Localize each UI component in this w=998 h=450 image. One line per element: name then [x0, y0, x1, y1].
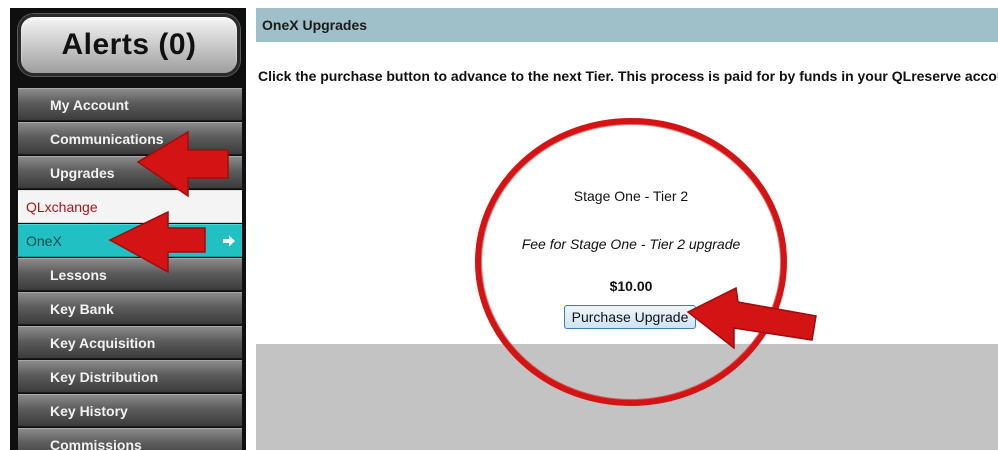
sidebar-item-key-bank[interactable]: Key Bank	[18, 292, 242, 325]
intro-text: Click the purchase button to advance to …	[258, 68, 998, 84]
sidebar-item-key-history[interactable]: Key History	[18, 394, 242, 427]
tier-title: Stage One - Tier 2	[573, 188, 689, 204]
price: $10.00	[609, 278, 653, 294]
sidebar-item-lessons[interactable]: Lessons	[18, 258, 242, 291]
sidebar-item-commissions[interactable]: Commissions	[18, 428, 242, 450]
sidebar-item-onex[interactable]: OneX	[18, 224, 242, 257]
sidebar: Alerts (0) My Account Communications Upg…	[10, 8, 246, 450]
panel-title: OneX Upgrades	[256, 8, 998, 42]
purchase-upgrade-button[interactable]: Purchase Upgrade	[564, 305, 696, 329]
sidebar-item-key-acquisition[interactable]: Key Acquisition	[18, 326, 242, 359]
upgrade-panel: OneX Upgrades Click the purchase button …	[256, 8, 998, 344]
main-content: OneX Upgrades Click the purchase button …	[256, 8, 998, 450]
fee-description: Fee for Stage One - Tier 2 upgrade	[521, 236, 741, 252]
sidebar-item-communications[interactable]: Communications	[18, 122, 242, 155]
sidebar-item-onex-label: OneX	[26, 233, 62, 249]
sidebar-item-qlxchange[interactable]: QLxchange	[18, 190, 242, 223]
sidebar-item-upgrades[interactable]: Upgrades	[18, 156, 242, 189]
arrow-right-icon	[223, 235, 235, 247]
sidebar-item-my-account[interactable]: My Account	[18, 88, 242, 121]
sidebar-item-key-distribution[interactable]: Key Distribution	[18, 360, 242, 393]
alerts-button[interactable]: Alerts (0)	[18, 14, 240, 76]
